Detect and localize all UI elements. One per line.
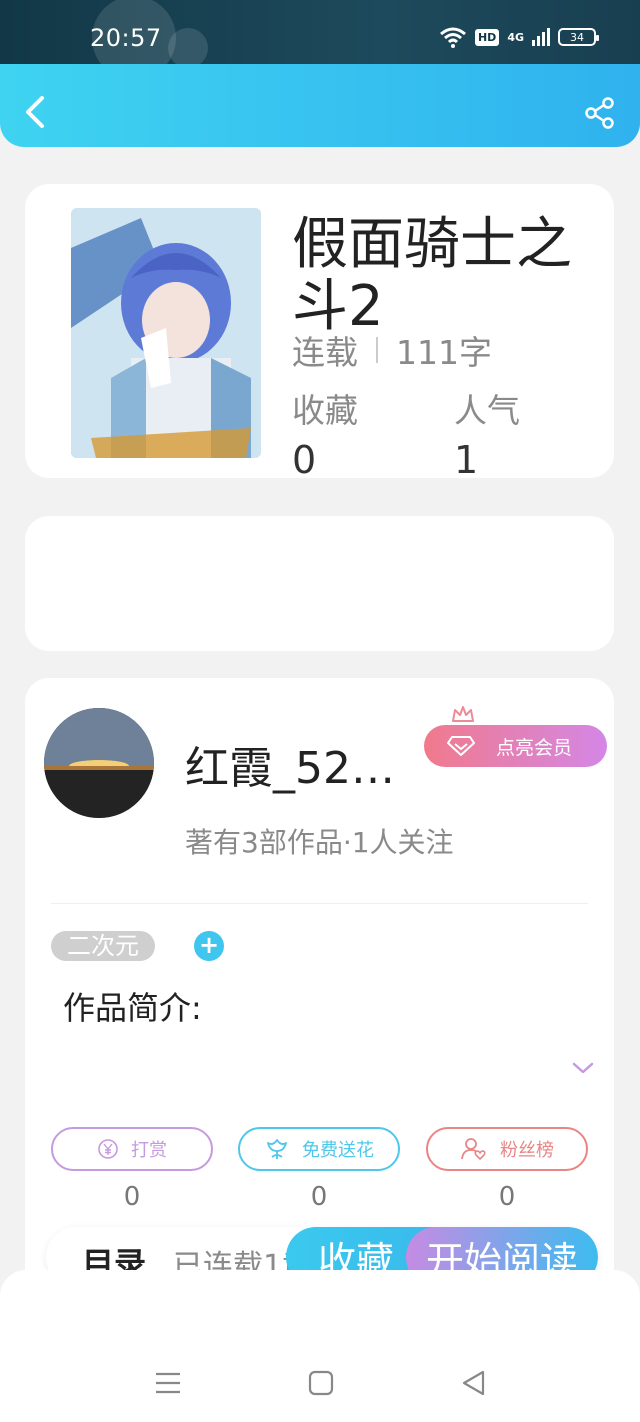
- tip-count: 0: [123, 1182, 141, 1212]
- chevron-down-icon[interactable]: [571, 1060, 595, 1076]
- send-flower-count: 0: [310, 1182, 328, 1212]
- intro-label: 作品简介:: [63, 989, 202, 1027]
- meta-divider: [376, 337, 378, 363]
- system-nav-bar: [0, 1270, 640, 1422]
- popularity-value: 1: [454, 438, 479, 478]
- wifi-icon: [440, 27, 466, 48]
- network-type: 4G: [507, 30, 524, 44]
- send-flower-button[interactable]: 免费送花: [238, 1127, 400, 1171]
- status-bar: 20:57 HD 4G 34: [0, 0, 640, 80]
- fan-ranking-count: 0: [498, 1182, 516, 1212]
- status-icons: HD 4G 34: [439, 26, 599, 48]
- crown-icon: [452, 706, 474, 722]
- popularity-label: 人气: [454, 391, 520, 430]
- avatar[interactable]: [44, 708, 154, 818]
- avatar-image: [44, 708, 154, 818]
- vip-label: 点亮会员: [496, 736, 573, 759]
- divider: [51, 903, 588, 904]
- cover-illustration: [71, 208, 261, 458]
- author-name[interactable]: 红霞_523...: [185, 732, 415, 796]
- signal-icon: [532, 28, 550, 46]
- diamond-icon: [447, 736, 475, 756]
- empty-card: [25, 516, 614, 651]
- status-time: 20:57: [90, 24, 162, 52]
- hd-badge: HD: [474, 28, 500, 46]
- tip-button[interactable]: 打赏: [51, 1127, 213, 1171]
- vip-button[interactable]: 点亮会员: [424, 725, 607, 767]
- favorites-value: 0: [292, 438, 317, 478]
- send-flower-label: 免费送花: [302, 1140, 374, 1161]
- home-icon[interactable]: [306, 1368, 336, 1398]
- flower-icon: [267, 1139, 287, 1159]
- fan-ranking-label: 粉丝榜: [500, 1140, 554, 1161]
- book-title: 假面骑士之斗2: [292, 212, 572, 339]
- fan-ranking-button[interactable]: 粉丝榜: [426, 1127, 588, 1171]
- book-cover[interactable]: [71, 208, 261, 458]
- fan-icon: [461, 1138, 486, 1160]
- genre-tag[interactable]: 二次元: [51, 931, 155, 961]
- menu-icon[interactable]: [153, 1368, 183, 1398]
- tip-label: 打赏: [131, 1140, 167, 1161]
- back-icon[interactable]: [459, 1368, 489, 1398]
- book-info-card: 假面骑士之斗2 连载 111字 收藏 人气 0 1: [25, 184, 614, 478]
- battery-icon: 34: [558, 28, 599, 46]
- add-tag-button[interactable]: +: [194, 931, 224, 961]
- book-status: 连载: [292, 333, 358, 372]
- favorites-label: 收藏: [292, 391, 358, 430]
- yen-icon: [98, 1139, 118, 1159]
- battery-level: 34: [570, 30, 584, 44]
- chevron-left-icon[interactable]: [22, 94, 48, 130]
- top-nav-bar: [0, 64, 640, 147]
- author-summary: 著有3部作品·1人关注: [185, 826, 454, 859]
- book-word-count: 111字: [396, 333, 492, 372]
- share-icon[interactable]: [584, 97, 616, 129]
- book-meta: 连载 111字: [292, 326, 492, 374]
- decorative-bubble: [168, 28, 208, 68]
